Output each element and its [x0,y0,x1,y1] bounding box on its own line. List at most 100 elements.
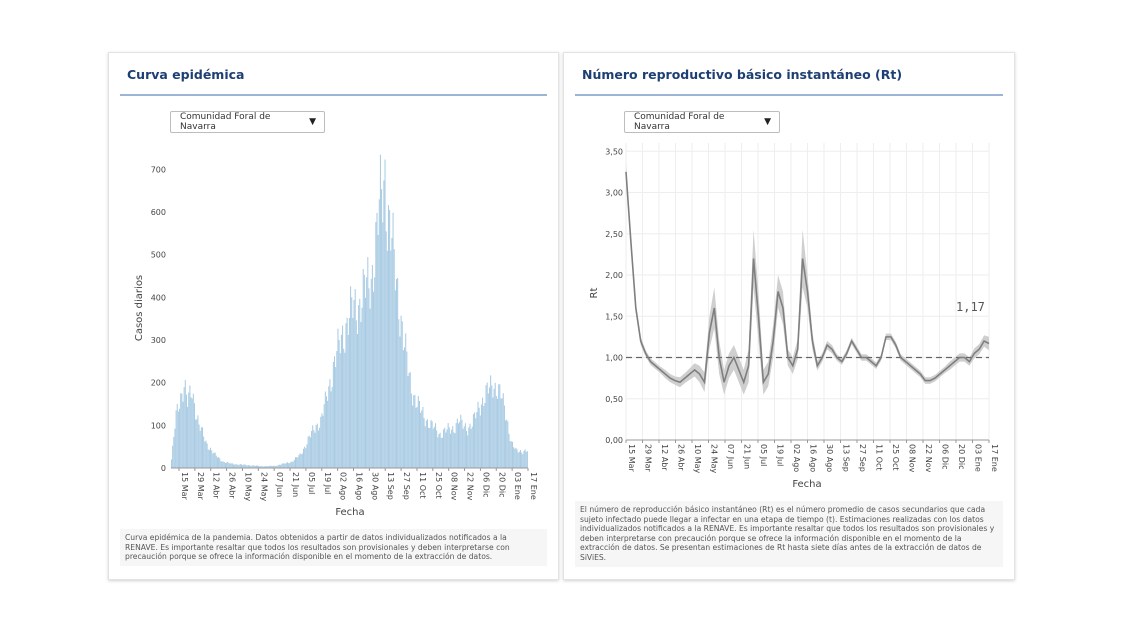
bar [314,432,316,468]
bar [366,277,368,468]
bar [312,425,314,468]
bar [493,388,495,468]
bar [436,430,438,468]
x-tick-label: 10 May [693,444,702,474]
bar [416,406,418,468]
bar [491,385,493,468]
bar [190,397,192,468]
y-tick-label: 2,00 [605,271,623,280]
bar [177,411,179,468]
bar [378,199,380,468]
bar [319,427,321,468]
x-tick-label: 30 Ago [370,472,379,500]
bar [428,427,430,468]
bar [203,436,205,468]
bar [238,464,240,468]
y-tick-label: 200 [151,379,166,388]
bar [175,410,177,468]
x-tick-label: 05 Jul [759,444,768,466]
bar [307,436,309,468]
bar [195,419,197,468]
bar [446,429,448,468]
bar [435,423,437,468]
bar [223,461,225,468]
bar [293,459,295,468]
bar [215,455,217,468]
bar [394,290,396,468]
bar [364,297,367,468]
bar [345,323,347,468]
bar [432,428,434,468]
bar [443,429,445,468]
bar [500,398,502,468]
bar [350,286,352,468]
bar [437,437,439,468]
bar [420,412,422,468]
bar [395,279,398,468]
bar [352,317,354,468]
bar [226,462,228,468]
y-tick-label: 0,00 [605,436,623,445]
bar [206,443,208,468]
x-tick-label: 29 Mar [644,444,653,473]
x-tick-label: 15 Mar [627,444,636,473]
x-tick-label: 25 Oct [891,444,900,471]
bar [336,351,338,468]
bar [182,401,184,468]
bar [490,375,492,468]
x-tick-label: 26 Abr [677,444,686,471]
bar [399,336,401,468]
x-tick-label: 10 May [243,472,252,502]
bar [289,463,291,468]
bar [495,396,497,468]
x-tick-label: 21 Jun [743,444,752,469]
bar [347,334,349,468]
bar [174,428,176,468]
bar [468,427,470,468]
x-axis-title: Fecha [335,507,364,518]
x-tick-label: 08 Nov [450,472,459,501]
bar [355,320,357,468]
bar [191,398,193,468]
bar [198,424,200,468]
bar [425,420,427,468]
bar [360,321,362,468]
bar [348,318,350,468]
bar [299,453,301,468]
bar [284,463,286,468]
bar [371,264,373,468]
bar [402,350,404,468]
bar [184,379,186,468]
bar [321,413,323,468]
bar [330,391,332,468]
bar [187,406,189,468]
x-tick-label: 27 Sep [402,472,411,500]
bar [205,440,207,468]
bar [200,427,202,468]
y-tick-label: 400 [151,293,166,302]
bar [359,298,361,468]
x-tick-label: 21 Jun [291,472,300,497]
bar [457,423,460,468]
bar [393,249,395,468]
bar [492,397,494,468]
bar [344,352,346,468]
bar [485,385,487,468]
x-tick-label: 06 Dic [941,444,950,470]
bar [440,437,442,468]
bar [413,395,415,468]
bar [463,426,465,468]
chart-caption: El número de reproducción básico instant… [575,501,1003,567]
x-tick-label: 20 Dic [497,472,506,498]
bar [408,372,410,468]
epidemic-curve-panel: Curva epidémica Comunidad Foral de Navar… [108,52,559,580]
bar [522,454,524,468]
bar [433,426,435,468]
bar [498,384,500,468]
bar [464,423,466,468]
bar [379,154,381,468]
bar [305,448,307,468]
bar [461,419,463,468]
bar [389,210,391,468]
bar [338,339,340,468]
